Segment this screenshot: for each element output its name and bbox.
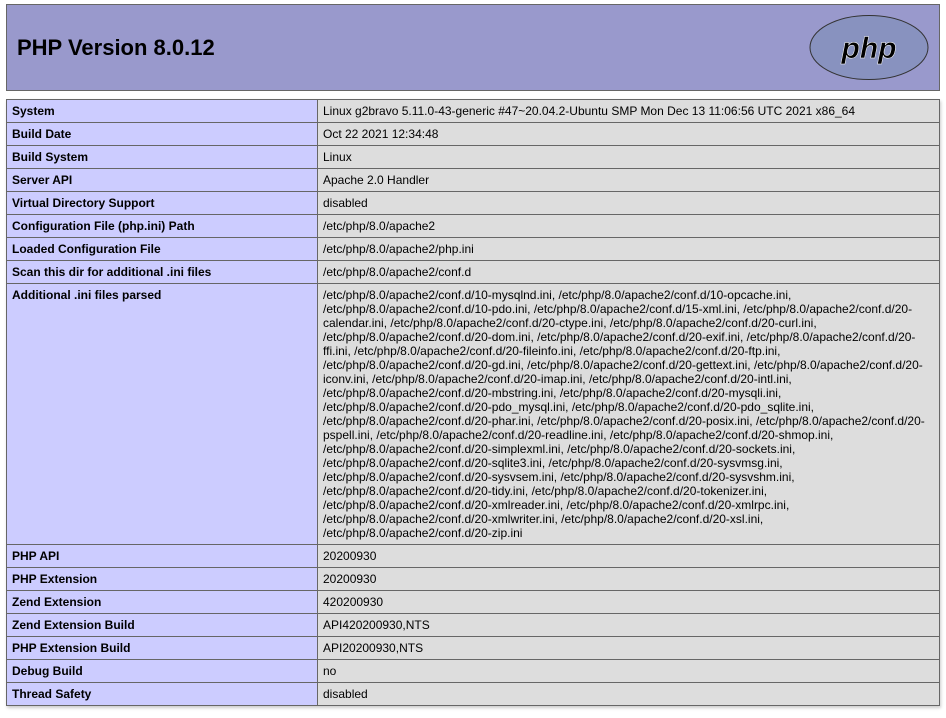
row-value: 420200930 (318, 591, 940, 614)
table-row: PHP API20200930 (7, 545, 940, 568)
row-value: /etc/php/8.0/apache2/conf.d/10-mysqlnd.i… (318, 284, 940, 545)
table-row: Build DateOct 22 2021 12:34:48 (7, 123, 940, 146)
row-value: /etc/php/8.0/apache2 (318, 215, 940, 238)
phpinfo-header: PHP Version 8.0.12 php (6, 4, 940, 91)
table-row: Build SystemLinux (7, 146, 940, 169)
table-row: Scan this dir for additional .ini files/… (7, 261, 940, 284)
table-row: Virtual Directory Supportdisabled (7, 192, 940, 215)
row-value: Linux g2bravo 5.11.0-43-generic #47~20.0… (318, 100, 940, 123)
row-key: Build System (7, 146, 318, 169)
row-value: Oct 22 2021 12:34:48 (318, 123, 940, 146)
table-row: Thread Safetydisabled (7, 683, 940, 706)
row-value: /etc/php/8.0/apache2/conf.d (318, 261, 940, 284)
phpinfo-table: SystemLinux g2bravo 5.11.0-43-generic #4… (6, 99, 940, 706)
table-row: Zend Extension420200930 (7, 591, 940, 614)
row-value: API420200930,NTS (318, 614, 940, 637)
row-key: Zend Extension Build (7, 614, 318, 637)
row-key: Loaded Configuration File (7, 238, 318, 261)
row-value: disabled (318, 192, 940, 215)
row-value: 20200930 (318, 545, 940, 568)
row-key: Additional .ini files parsed (7, 284, 318, 545)
row-value: disabled (318, 683, 940, 706)
row-key: Debug Build (7, 660, 318, 683)
table-row: Server APIApache 2.0 Handler (7, 169, 940, 192)
row-key: Thread Safety (7, 683, 318, 706)
row-value: Apache 2.0 Handler (318, 169, 940, 192)
row-key: System (7, 100, 318, 123)
table-row: Debug Buildno (7, 660, 940, 683)
table-row: PHP Extension20200930 (7, 568, 940, 591)
row-key: Scan this dir for additional .ini files (7, 261, 318, 284)
row-key: PHP Extension Build (7, 637, 318, 660)
row-value: /etc/php/8.0/apache2/php.ini (318, 238, 940, 261)
table-row: PHP Extension BuildAPI20200930,NTS (7, 637, 940, 660)
table-row: Loaded Configuration File/etc/php/8.0/ap… (7, 238, 940, 261)
row-key: Build Date (7, 123, 318, 146)
phpinfo-container: PHP Version 8.0.12 php SystemLinux g2bra… (2, 0, 944, 718)
row-key: PHP Extension (7, 568, 318, 591)
table-row: Additional .ini files parsed/etc/php/8.0… (7, 284, 940, 545)
row-value: 20200930 (318, 568, 940, 591)
phpinfo-table-body: SystemLinux g2bravo 5.11.0-43-generic #4… (7, 100, 940, 706)
row-value: API20200930,NTS (318, 637, 940, 660)
row-key: PHP API (7, 545, 318, 568)
row-key: Server API (7, 169, 318, 192)
svg-text:php: php (841, 32, 897, 65)
row-key: Zend Extension (7, 591, 318, 614)
table-row: Zend Extension BuildAPI420200930,NTS (7, 614, 940, 637)
table-row: Configuration File (php.ini) Path/etc/ph… (7, 215, 940, 238)
php-logo-icon: php (809, 14, 929, 81)
row-key: Virtual Directory Support (7, 192, 318, 215)
row-value: Linux (318, 146, 940, 169)
page-title: PHP Version 8.0.12 (17, 35, 215, 61)
row-value: no (318, 660, 940, 683)
table-row: SystemLinux g2bravo 5.11.0-43-generic #4… (7, 100, 940, 123)
row-key: Configuration File (php.ini) Path (7, 215, 318, 238)
